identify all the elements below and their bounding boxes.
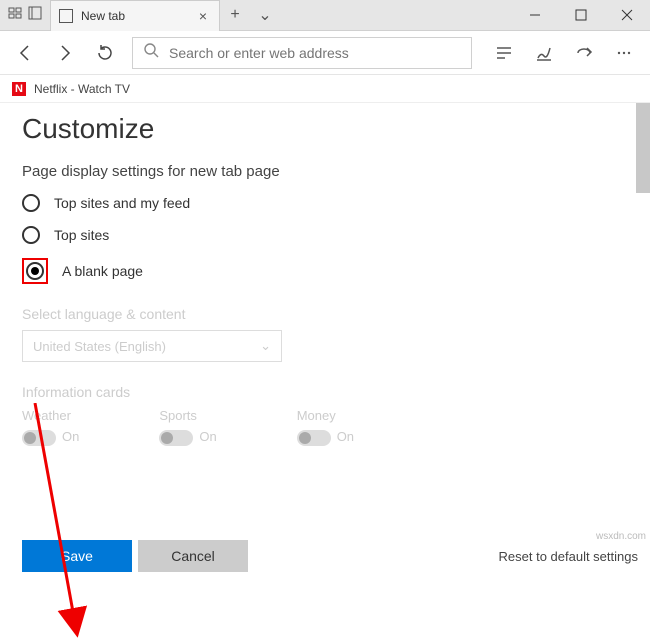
footer-actions: Save Cancel Reset to default settings [22, 540, 638, 572]
bookmark-item[interactable]: Netflix - Watch TV [34, 82, 130, 96]
card-label: Money [297, 408, 354, 423]
cancel-button[interactable]: Cancel [138, 540, 248, 572]
watermark: wsxdn.com [596, 531, 646, 542]
radio-icon [22, 194, 40, 212]
cards-row: Weather On Sports On Money On [22, 408, 628, 446]
card-weather: Weather On [22, 408, 79, 446]
minimize-button[interactable] [512, 0, 558, 30]
option-top-sites-feed[interactable]: Top sites and my feed [22, 194, 628, 212]
bookmarks-bar: N Netflix - Watch TV [0, 75, 650, 103]
close-window-button[interactable] [604, 0, 650, 30]
window-controls [512, 0, 650, 30]
toggle-state: On [337, 429, 354, 444]
refresh-button[interactable] [88, 36, 122, 70]
section-subheading: Page display settings for new tab page [22, 163, 628, 180]
chevron-down-icon: ⌄ [260, 338, 271, 354]
search-icon [143, 42, 159, 63]
language-value: United States (English) [33, 339, 166, 354]
card-sports: Sports On [159, 408, 216, 446]
option-label: Top sites and my feed [54, 195, 190, 211]
cards-heading: Information cards [22, 384, 628, 400]
new-tab-button[interactable]: + [220, 0, 250, 30]
share-icon[interactable] [566, 36, 602, 70]
settings-panel: Customize Page display settings for new … [0, 103, 650, 582]
annotation-highlight [22, 258, 48, 284]
close-tab-icon[interactable]: × [195, 8, 211, 24]
card-label: Sports [159, 408, 216, 423]
browser-tab[interactable]: New tab × [50, 0, 220, 31]
address-input[interactable] [169, 45, 461, 61]
toggle-icon [159, 430, 193, 446]
option-label: A blank page [62, 263, 143, 279]
save-button[interactable]: Save [22, 540, 132, 572]
radio-icon [26, 262, 44, 280]
window-titlebar: New tab × + ⌄ [0, 0, 650, 31]
language-heading: Select language & content [22, 306, 628, 322]
tabs-chevron-icon[interactable]: ⌄ [250, 0, 280, 30]
toggle-icon [22, 430, 56, 446]
forward-button[interactable] [48, 36, 82, 70]
back-button[interactable] [8, 36, 42, 70]
more-icon[interactable] [606, 36, 642, 70]
maximize-button[interactable] [558, 0, 604, 30]
tab-title: New tab [81, 9, 187, 23]
card-money: Money On [297, 408, 354, 446]
address-bar[interactable] [132, 37, 472, 69]
page-icon [59, 9, 73, 23]
radio-icon [22, 226, 40, 244]
scrollbar-thumb[interactable] [636, 103, 650, 193]
reset-link[interactable]: Reset to default settings [499, 549, 638, 564]
option-blank-page[interactable]: A blank page [22, 258, 628, 284]
language-select: United States (English) ⌄ [22, 330, 282, 362]
page-title: Customize [22, 113, 628, 145]
browser-toolbar [0, 31, 650, 75]
netflix-icon: N [12, 82, 26, 96]
titlebar-left [0, 0, 50, 30]
option-top-sites[interactable]: Top sites [22, 226, 628, 244]
task-view-icon[interactable] [8, 6, 22, 25]
toggle-state: On [199, 429, 216, 444]
set-aside-icon[interactable] [28, 6, 42, 25]
option-label: Top sites [54, 227, 109, 243]
card-label: Weather [22, 408, 79, 423]
notes-icon[interactable] [526, 36, 562, 70]
toggle-icon [297, 430, 331, 446]
toggle-state: On [62, 429, 79, 444]
reading-list-icon[interactable] [486, 36, 522, 70]
